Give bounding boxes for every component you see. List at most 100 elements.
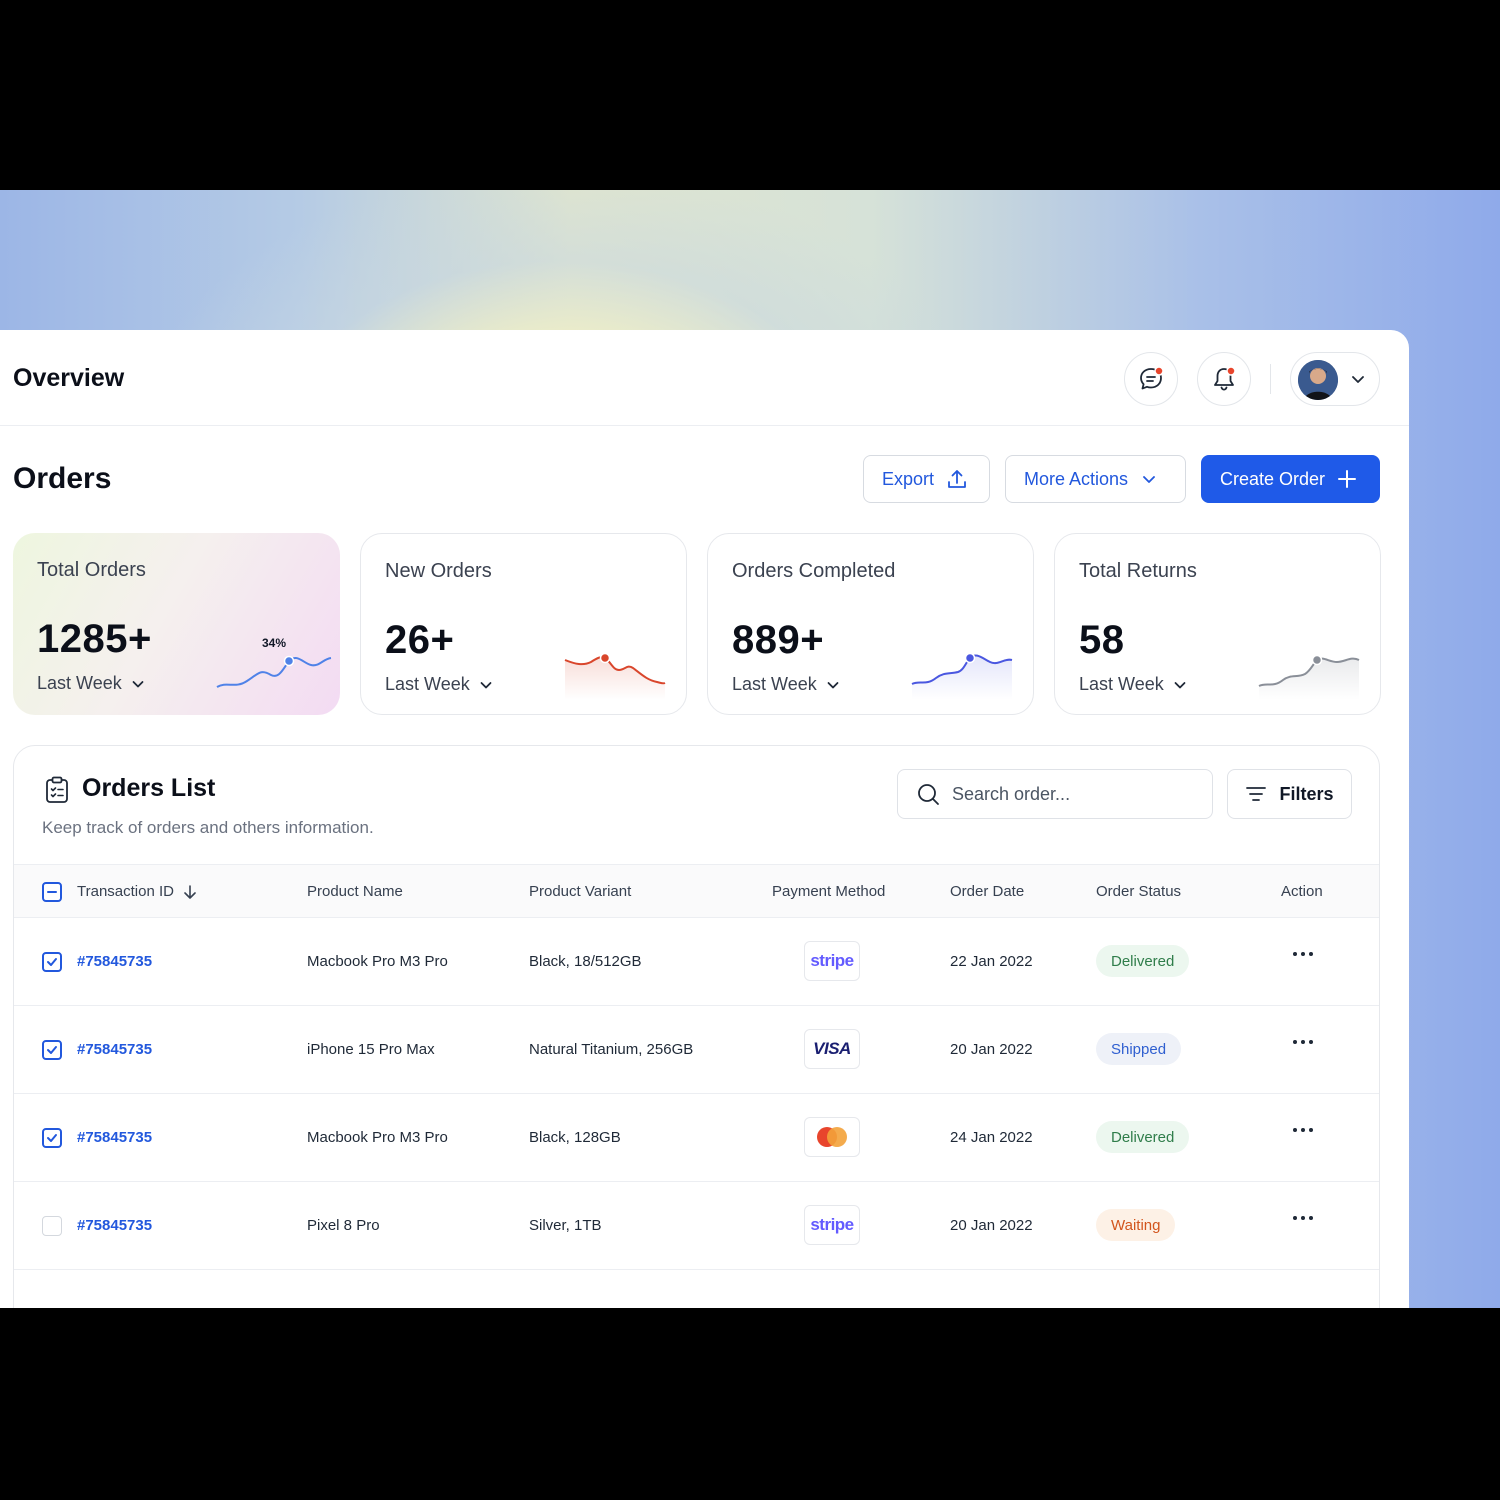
more-actions-label: More Actions <box>1024 468 1129 489</box>
transaction-id-link[interactable]: #75845735 <box>77 953 152 970</box>
more-options-icon[interactable] <box>1293 1216 1313 1220</box>
status-badge: Waiting <box>1096 1209 1176 1241</box>
stat-label: Orders Completed <box>732 560 896 582</box>
table-row[interactable]: #75845735 Pixel 8 Pro Silver, 1TB stripe… <box>14 1182 1379 1270</box>
stat-value: 58 <box>1079 618 1125 662</box>
table-header: Transaction ID Product Name Product Vari… <box>14 864 1379 918</box>
stat-label: Total Orders <box>37 559 146 581</box>
row-checkbox[interactable] <box>42 1216 62 1236</box>
product-variant: Silver, 1TB <box>529 1217 602 1234</box>
more-options-icon[interactable] <box>1293 952 1313 956</box>
period-label: Last Week <box>732 674 817 694</box>
page-title: Orders <box>13 462 112 495</box>
search-input[interactable] <box>952 783 1192 805</box>
payment-method <box>804 1117 860 1157</box>
filters-label: Filters <box>1279 783 1334 804</box>
create-order-label: Create Order <box>1220 468 1326 489</box>
chevron-down-icon <box>480 681 492 688</box>
column-action: Action <box>1281 883 1323 900</box>
filters-button[interactable]: Filters <box>1227 769 1352 819</box>
table-row[interactable]: #75845735 Macbook Pro M3 Pro Black, 128G… <box>14 1094 1379 1182</box>
period-label: Last Week <box>385 674 470 694</box>
sparkline-chart <box>564 652 666 700</box>
product-name: iPhone 15 Pro Max <box>307 1041 435 1058</box>
top-bar: Overview <box>0 330 1409 426</box>
column-label: Transaction ID <box>77 883 174 900</box>
more-options-icon[interactable] <box>1293 1040 1313 1044</box>
export-button[interactable]: Export <box>863 455 990 503</box>
visa-logo: VISA <box>813 1039 851 1058</box>
chevron-down-icon <box>1143 476 1155 483</box>
order-date: 24 Jan 2022 <box>950 1129 1033 1146</box>
orders-list-subtitle: Keep track of orders and others informat… <box>42 818 374 837</box>
order-date: 22 Jan 2022 <box>950 953 1033 970</box>
row-checkbox[interactable] <box>42 1040 62 1060</box>
bottom-letterbox <box>0 1308 1500 1500</box>
status-badge: Delivered <box>1096 1121 1190 1153</box>
chevron-down-icon <box>827 681 839 688</box>
order-date: 20 Jan 2022 <box>950 1217 1033 1234</box>
chat-icon <box>1140 366 1164 390</box>
row-checkbox[interactable] <box>42 952 62 972</box>
transaction-id-link[interactable]: #75845735 <box>77 1217 152 1234</box>
app-window: Overview Orders Export More Actions Crea… <box>0 330 1409 1308</box>
messages-button[interactable] <box>1124 352 1178 406</box>
transaction-id-link[interactable]: #75845735 <box>77 1129 152 1146</box>
column-product-variant: Product Variant <box>529 883 632 900</box>
avatar <box>1298 360 1338 400</box>
column-order-date: Order Date <box>950 883 1025 900</box>
stat-value: 1285+ <box>37 617 152 661</box>
divider <box>1270 364 1271 394</box>
stat-card-total-orders[interactable]: Total Orders 1285+ Last Week 34% <box>13 533 340 715</box>
arrow-down-icon <box>184 884 196 899</box>
period-selector[interactable]: Last Week <box>385 674 494 695</box>
order-date: 20 Jan 2022 <box>950 1041 1033 1058</box>
chevron-down-icon <box>132 680 144 687</box>
plus-icon <box>1338 470 1357 488</box>
more-options-icon[interactable] <box>1293 1128 1313 1132</box>
product-variant: Natural Titanium, 256GB <box>529 1041 694 1058</box>
overview-title: Overview <box>13 364 125 392</box>
search-box[interactable] <box>897 769 1213 819</box>
status-badge: Delivered <box>1096 945 1190 977</box>
period-selector[interactable]: Last Week <box>732 674 841 695</box>
period-label: Last Week <box>37 673 122 693</box>
payment-method: stripe <box>804 1205 860 1245</box>
sparkline-chart <box>216 655 332 688</box>
upload-icon <box>948 470 966 488</box>
column-transaction-id[interactable]: Transaction ID <box>77 883 198 900</box>
profile-menu[interactable] <box>1290 352 1380 406</box>
table-row[interactable]: #75845735 iPhone 15 Pro Max Natural Tita… <box>14 1006 1379 1094</box>
stat-label: Total Returns <box>1079 560 1197 582</box>
check-icon <box>47 1134 57 1142</box>
chevron-down-icon <box>1174 681 1186 688</box>
row-checkbox[interactable] <box>42 1128 62 1148</box>
check-icon <box>47 958 57 966</box>
table-row[interactable]: #75845735 Macbook Pro M3 Pro Black, 18/5… <box>14 918 1379 1006</box>
select-all-checkbox[interactable] <box>42 882 62 902</box>
period-selector[interactable]: Last Week <box>37 673 146 694</box>
stripe-logo: stripe <box>810 1215 854 1234</box>
stat-card-orders-completed[interactable]: Orders Completed 889+ Last Week <box>707 533 1034 715</box>
transaction-id-link[interactable]: #75845735 <box>77 1041 152 1058</box>
stat-card-new-orders[interactable]: New Orders 26+ Last Week <box>360 533 687 715</box>
check-icon <box>47 1046 57 1054</box>
stat-card-total-returns[interactable]: Total Returns 58 Last Week <box>1054 533 1381 715</box>
period-selector[interactable]: Last Week <box>1079 674 1188 695</box>
product-name: Macbook Pro M3 Pro <box>307 953 448 970</box>
search-icon <box>918 784 939 805</box>
stat-label: New Orders <box>385 560 492 582</box>
column-product-name: Product Name <box>307 883 403 900</box>
top-letterbox <box>0 0 1500 190</box>
stripe-logo: stripe <box>810 951 854 970</box>
product-variant: Black, 18/512GB <box>529 953 642 970</box>
orders-list-title: Orders List <box>82 774 216 802</box>
notifications-button[interactable] <box>1197 352 1251 406</box>
stat-value: 889+ <box>732 618 825 662</box>
create-order-button[interactable]: Create Order <box>1201 455 1380 503</box>
product-variant: Black, 128GB <box>529 1129 621 1146</box>
payment-method: VISA <box>804 1029 860 1069</box>
more-actions-button[interactable]: More Actions <box>1005 455 1186 503</box>
product-name: Macbook Pro M3 Pro <box>307 1129 448 1146</box>
column-order-status: Order Status <box>1096 883 1182 900</box>
